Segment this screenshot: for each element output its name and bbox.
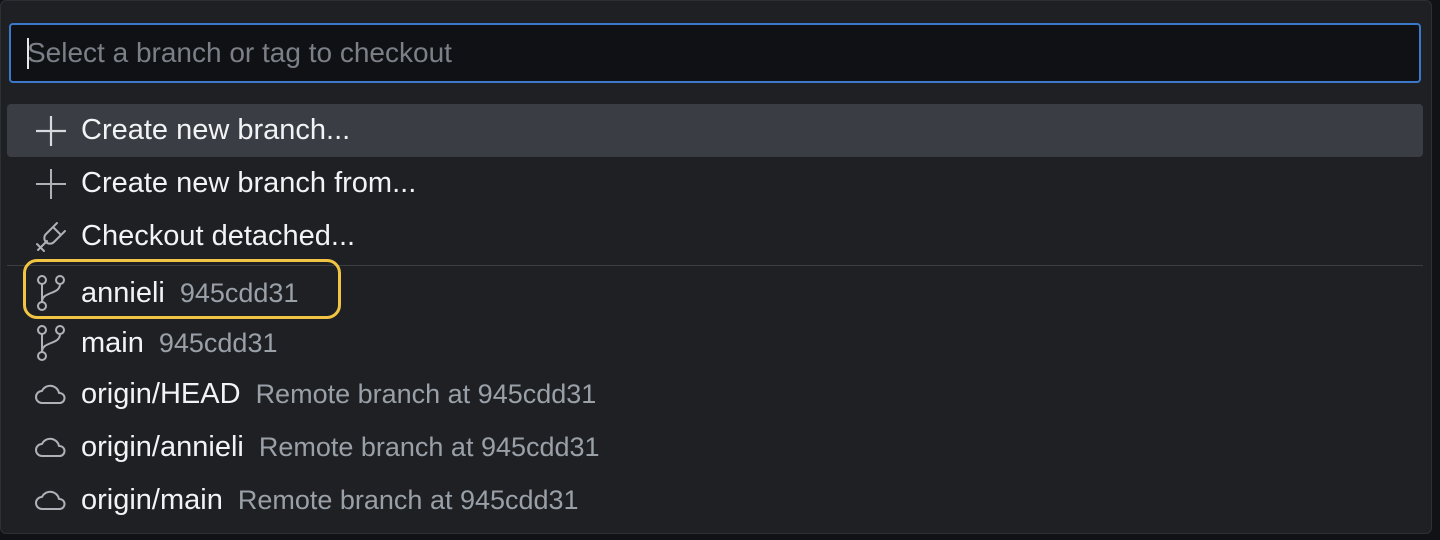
ref-name: annieli bbox=[81, 276, 165, 309]
ref-name: main bbox=[81, 326, 144, 359]
ref-name: origin/HEAD bbox=[81, 378, 241, 410]
action-label: Checkout detached... bbox=[81, 220, 356, 252]
action-label: Create new branch from... bbox=[81, 167, 417, 199]
cloud-icon bbox=[31, 375, 71, 415]
branch-quick-pick: Create new branch... Create new branch f… bbox=[0, 0, 1432, 534]
ref-item-origin-annieli[interactable]: origin/annieli Remote branch at 945cdd31 bbox=[7, 421, 1423, 474]
action-label: Create new branch... bbox=[81, 114, 351, 146]
ref-item-origin-main[interactable]: origin/main Remote branch at 945cdd31 bbox=[7, 474, 1423, 527]
cloud-icon bbox=[31, 428, 71, 468]
text-caret bbox=[27, 38, 29, 69]
plus-icon bbox=[31, 111, 71, 151]
detached-plug-icon bbox=[31, 217, 71, 257]
ref-description: Remote branch at 945cdd31 bbox=[255, 379, 597, 409]
ref-description: 945cdd31 bbox=[158, 327, 278, 358]
list-separator bbox=[7, 265, 1423, 266]
quick-pick-list: Create new branch... Create new branch f… bbox=[7, 104, 1423, 527]
ref-description: Remote branch at 945cdd31 bbox=[237, 485, 579, 515]
git-branch-icon bbox=[31, 273, 71, 313]
action-create-branch[interactable]: Create new branch... bbox=[7, 104, 1423, 157]
ref-description: Remote branch at 945cdd31 bbox=[258, 432, 600, 462]
cloud-icon bbox=[31, 481, 71, 521]
ref-item-annieli[interactable]: annieli 945cdd31 bbox=[7, 268, 1423, 318]
ref-description: 945cdd31 bbox=[179, 277, 299, 308]
ref-item-origin-head[interactable]: origin/HEAD Remote branch at 945cdd31 bbox=[7, 368, 1423, 421]
branch-search-box[interactable] bbox=[9, 23, 1421, 83]
action-create-branch-from[interactable]: Create new branch from... bbox=[7, 157, 1423, 210]
branch-search-input[interactable] bbox=[11, 25, 1419, 81]
ref-item-main[interactable]: main 945cdd31 bbox=[7, 318, 1423, 368]
action-checkout-detached[interactable]: Checkout detached... bbox=[7, 210, 1423, 263]
ref-name: origin/annieli bbox=[81, 431, 244, 463]
plus-icon bbox=[31, 164, 71, 204]
git-branch-icon bbox=[31, 323, 71, 363]
ref-name: origin/main bbox=[81, 484, 223, 516]
